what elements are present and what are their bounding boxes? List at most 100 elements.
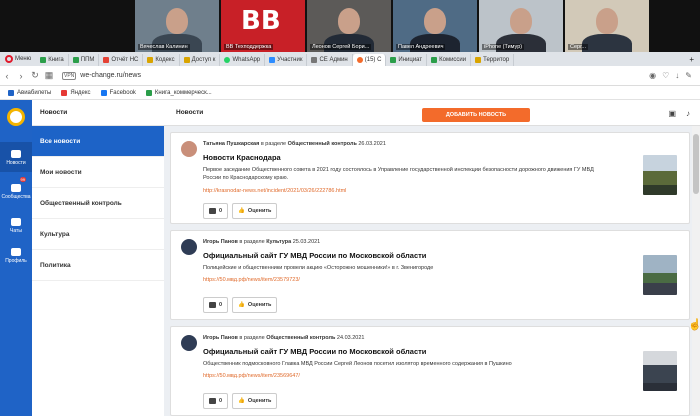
browser-tab[interactable]: Доступ к bbox=[180, 54, 221, 66]
participant-head bbox=[596, 8, 618, 34]
bookmark-item[interactable]: Facebook bbox=[100, 89, 136, 96]
post-actions: 0 👍 Оценить bbox=[203, 203, 278, 219]
browser-tab[interactable]: ППМ bbox=[69, 54, 100, 66]
browser-tab[interactable]: СЕ Админ bbox=[307, 54, 353, 66]
post-link[interactable]: http://krasnodar-news.net/incident/2021/… bbox=[203, 188, 346, 194]
bookmark-item[interactable]: Авиабилеты bbox=[8, 89, 51, 96]
tab-label: Книга bbox=[48, 57, 64, 63]
new-tab-plus-icon[interactable]: + bbox=[689, 55, 700, 64]
thumbs-up-icon: 👍 bbox=[238, 208, 245, 214]
calendar-icon[interactable]: ▣ bbox=[668, 109, 676, 118]
browser-tab[interactable]: Отчёт НС bbox=[99, 54, 144, 66]
browser-tab[interactable]: Инициат bbox=[386, 54, 428, 66]
bookmark-icon[interactable]: ✎ bbox=[685, 71, 692, 80]
rate-button[interactable]: 👍 Оценить bbox=[232, 203, 278, 219]
add-news-button[interactable]: ДОБАВИТЬ НОВОСТЬ bbox=[422, 108, 530, 122]
participant-name: Павел Андреевич bbox=[396, 44, 446, 50]
tab-label: Отчёт НС bbox=[111, 57, 139, 63]
browser-tab[interactable]: Комиссии bbox=[427, 54, 472, 66]
sidemenu-item-all-news[interactable]: Все новости bbox=[32, 126, 164, 157]
video-tile[interactable]: Павел Андреевич bbox=[393, 0, 477, 52]
post-link[interactable]: https://50.мвд.рф/news/item/23569647/ bbox=[203, 373, 300, 379]
post-link[interactable]: https://50.мвд.рф/news/item/23579723/ bbox=[203, 277, 300, 283]
app-logo-icon[interactable] bbox=[7, 108, 25, 126]
video-tile-active-speaker[interactable]: Серг... bbox=[565, 0, 649, 52]
avatar[interactable] bbox=[181, 141, 197, 157]
post-title[interactable]: Новости Краснодара bbox=[203, 153, 281, 162]
comments-button[interactable]: 0 bbox=[203, 203, 229, 219]
post-thumbnail[interactable] bbox=[643, 155, 677, 195]
avatar[interactable] bbox=[181, 239, 197, 255]
rate-button[interactable]: 👍 Оценить bbox=[232, 393, 278, 409]
video-tile[interactable]: Вячеслав Калинин bbox=[135, 0, 219, 52]
avatar[interactable] bbox=[181, 335, 197, 351]
browser-tab[interactable]: Кодекс bbox=[143, 54, 180, 66]
vpn-badge[interactable]: VPN bbox=[62, 71, 77, 80]
post-thumbnail[interactable] bbox=[643, 255, 677, 295]
comments-button[interactable]: 0 bbox=[203, 297, 229, 313]
rail-item-news[interactable]: Новости bbox=[0, 142, 32, 172]
speed-dial-grid-icon[interactable]: ▦ bbox=[42, 70, 56, 81]
post-author[interactable]: Игорь Панов bbox=[203, 335, 238, 341]
opera-menu-button[interactable]: Меню bbox=[0, 52, 36, 66]
video-tile[interactable]: Леонов Сергей Бори... bbox=[307, 0, 391, 52]
video-tile[interactable]: ВВ ВВ Техподдержка bbox=[221, 0, 305, 52]
post-section[interactable]: Общественный контроль bbox=[288, 141, 357, 147]
rate-label: Оценить bbox=[247, 208, 272, 214]
left-rail: Новости 99 Сообщества Чаты Профиль bbox=[0, 100, 32, 416]
post-in-section: в разделе bbox=[239, 335, 265, 341]
post-actions: 0 👍 Оценить bbox=[203, 393, 278, 409]
post-section[interactable]: Культура bbox=[266, 239, 291, 245]
bookmark-item[interactable]: Яндекс bbox=[61, 89, 91, 96]
bookmark-item[interactable]: Книга_коммерческ... bbox=[145, 89, 212, 96]
post-meta: Игорь Панов в разделе Культура 25.03.202… bbox=[203, 239, 320, 245]
post-thumbnail[interactable] bbox=[643, 351, 677, 391]
forward-arrow-icon[interactable]: › bbox=[14, 71, 28, 81]
post-title[interactable]: Официальный сайт ГУ МВД России по Москов… bbox=[203, 347, 426, 356]
camera-icon[interactable]: ◉ bbox=[649, 71, 656, 80]
browser-tab[interactable]: Участник bbox=[265, 54, 308, 66]
menu-label: Меню bbox=[15, 56, 32, 62]
post-section[interactable]: Общественный контроль bbox=[266, 335, 335, 341]
bookmark-favicon-icon bbox=[100, 89, 107, 96]
news-feed: Новости ДОБАВИТЬ НОВОСТЬ ▣ ♪ Татьяна Пуш… bbox=[164, 100, 700, 416]
post-in-section: в разделе bbox=[239, 239, 265, 245]
post-author[interactable]: Игорь Панов bbox=[203, 239, 238, 245]
tab-favicon-icon bbox=[475, 57, 482, 63]
sidemenu-item-culture[interactable]: Культура bbox=[32, 219, 164, 250]
sidemenu-item-public-control[interactable]: Общественный контроль bbox=[32, 188, 164, 219]
feed-scrollbar[interactable] bbox=[692, 126, 700, 416]
rail-item-profile[interactable]: Профиль bbox=[0, 244, 32, 270]
url-field[interactable]: VPN we-change.ru/news bbox=[62, 71, 141, 80]
tab-favicon-icon bbox=[183, 57, 190, 63]
tab-label: Инициат bbox=[398, 57, 423, 63]
news-card: Игорь Панов в разделе Общественный контр… bbox=[170, 326, 690, 416]
rail-item-chats[interactable]: Чаты bbox=[0, 214, 32, 240]
post-author[interactable]: Татьяна Пушкарская bbox=[203, 141, 259, 147]
browser-tab[interactable]: WhatsApp bbox=[220, 54, 266, 66]
sidemenu-item-politics[interactable]: Политика bbox=[32, 250, 164, 281]
heart-icon[interactable]: ♡ bbox=[662, 71, 669, 80]
back-arrow-icon[interactable]: ‹ bbox=[0, 71, 14, 81]
download-icon[interactable]: ↓ bbox=[675, 71, 679, 80]
bell-icon[interactable]: ♪ bbox=[686, 109, 690, 118]
browser-tab[interactable]: Территор bbox=[471, 54, 515, 66]
participant-head bbox=[166, 8, 188, 34]
browser-tab-active[interactable]: (15) С bbox=[352, 54, 387, 66]
browser-tab[interactable]: Книга bbox=[36, 54, 69, 66]
rate-label: Оценить bbox=[247, 302, 272, 308]
rate-button[interactable]: 👍 Оценить bbox=[232, 297, 278, 313]
sidemenu-item-my-news[interactable]: Мои новости bbox=[32, 157, 164, 188]
tab-favicon-icon bbox=[40, 57, 47, 63]
post-title[interactable]: Официальный сайт ГУ МВД России по Москов… bbox=[203, 251, 426, 260]
rail-item-communities[interactable]: 99 Сообщества bbox=[0, 177, 32, 206]
comments-button[interactable]: 0 bbox=[203, 393, 229, 409]
tab-favicon-icon bbox=[390, 57, 397, 63]
thumbs-up-icon: 👍 bbox=[238, 398, 245, 404]
communities-icon bbox=[11, 184, 21, 192]
scrollbar-thumb[interactable] bbox=[693, 134, 699, 194]
video-tile[interactable]: iPhone (Тимур) bbox=[479, 0, 563, 52]
reload-icon[interactable]: ↻ bbox=[28, 70, 42, 81]
opera-logo-icon bbox=[5, 55, 13, 63]
vv-logo: ВВ bbox=[241, 6, 281, 36]
